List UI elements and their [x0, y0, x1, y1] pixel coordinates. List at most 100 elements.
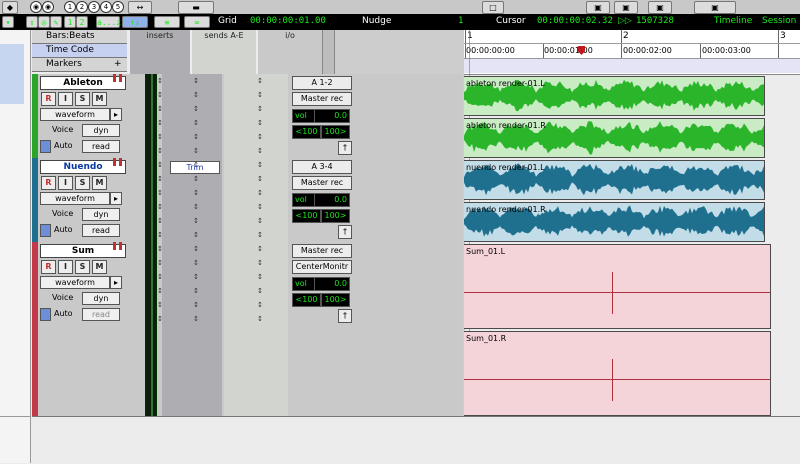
pan-right-value[interactable]: 100>	[321, 293, 350, 307]
memory-4-button[interactable]: 4	[100, 1, 112, 13]
solo-button[interactable]: S	[75, 92, 90, 106]
tool-a-icon[interactable]: ◉	[30, 1, 42, 13]
audio-region[interactable]: nuendo render-01.R	[464, 202, 765, 242]
mute-button[interactable]: M	[92, 92, 107, 106]
sends-arrows[interactable]: ↕ ↕ ↕ ↕ ↕ ↕	[192, 158, 200, 242]
track-view-selector[interactable]: waveform	[40, 276, 110, 289]
view-arrow-icon[interactable]: ▸	[110, 108, 122, 121]
voice-selector[interactable]: dyn	[82, 208, 120, 221]
audio-region[interactable]: Sum_01.R	[464, 331, 771, 416]
automation-mode-selector[interactable]: read	[82, 224, 120, 237]
io-column[interactable]: A 1-2 Master rec vol 0.0 <100 100> †	[290, 74, 354, 158]
memory-5-button[interactable]: 5	[112, 1, 124, 13]
view-arrow-icon[interactable]: ▸	[110, 192, 122, 205]
bus-selector[interactable]: Master rec	[292, 92, 352, 106]
bus-selector[interactable]: CenterMonitr	[292, 260, 352, 274]
menu-arrow-icon[interactable]: ▾	[2, 16, 14, 28]
pan-right-value[interactable]: 100>	[321, 125, 350, 139]
sort-button[interactable]: a...z	[96, 16, 121, 28]
markers-ruler-label[interactable]: Markers	[32, 58, 127, 72]
memory-3-button[interactable]: 3	[88, 1, 100, 13]
solo-button[interactable]: S	[75, 176, 90, 190]
link-button[interactable]: ∞	[184, 16, 210, 28]
timeline-label[interactable]: Timeline	[714, 16, 752, 26]
markers-ruler-track[interactable]	[464, 59, 800, 73]
io-arrows[interactable]: ↕ ↕ ↕ ↕ ↕ ↕	[256, 74, 264, 158]
transport-b-button[interactable]: ▣	[614, 1, 638, 14]
mode-1-button[interactable]: 1	[64, 16, 76, 28]
track-view-selector[interactable]: waveform	[40, 108, 110, 121]
audio-region[interactable]: ableton render-01.L	[464, 76, 765, 116]
io-arrows[interactable]: ↕ ↕ ↕ ↕ ↕ ↕	[256, 242, 264, 416]
track-ableton[interactable]: Ableton R I S Mwaveform ▸ Voice dyn Auto read ↕ ↕ ↕ ↕…	[32, 74, 463, 159]
auto-toggle-icon[interactable]	[40, 224, 51, 237]
pan-right-value[interactable]: 100>	[321, 209, 350, 223]
input-monitor-button[interactable]: I	[58, 260, 73, 274]
solo-button[interactable]: S	[75, 260, 90, 274]
add-marker-button[interactable]: +	[114, 59, 122, 69]
auto-toggle-icon[interactable]	[40, 308, 51, 321]
record-enable-button[interactable]: R	[41, 176, 56, 190]
nudge-value[interactable]: 1	[458, 16, 463, 26]
output-selector[interactable]: Master rec	[292, 244, 352, 258]
session-label[interactable]: Session	[762, 16, 796, 26]
bars-beats-ruler-label[interactable]: Bars:Beats	[32, 30, 127, 44]
track-nuendo[interactable]: Nuendo R I S Mwaveform ▸ Voice dyn Auto read ↕ ↕ ↕ ↕ ↕…	[32, 158, 463, 243]
tool-b-icon[interactable]: ◉	[42, 1, 54, 13]
audio-region[interactable]: Sum_01.L	[464, 244, 771, 329]
track-view-selector[interactable]: waveform	[40, 192, 110, 205]
mute-button[interactable]: M	[92, 260, 107, 274]
record-enable-button[interactable]: R	[41, 92, 56, 106]
output-selector[interactable]: A 3-4	[292, 160, 352, 174]
io-column[interactable]: A 3-4 Master rec vol 0.0 <100 100> †	[290, 158, 354, 242]
memory-2-button[interactable]: 2	[76, 1, 88, 13]
auto-toggle-icon[interactable]	[40, 140, 51, 153]
time-code-ruler-label[interactable]: Time Code	[32, 44, 127, 58]
pointer-icon[interactable]: ↕	[26, 16, 38, 28]
samples-icon: ▷▷	[618, 16, 632, 26]
automation-mode-selector[interactable]: read	[82, 308, 120, 321]
grid-mode-button[interactable]: ↑↓	[122, 16, 148, 28]
pan-link-icon[interactable]: †	[338, 141, 352, 155]
pan-link-icon[interactable]: †	[338, 309, 352, 323]
zoom-horizontal-button[interactable]: ↔	[128, 1, 152, 14]
track-sum[interactable]: Sum R I S Mwaveform ▸ Voice dyn Auto read ↕ ↕ ↕ ↕ ↕ ↕ ↕ ↕…	[32, 242, 463, 417]
bus-selector[interactable]: Master rec	[292, 176, 352, 190]
pan-left-value[interactable]: <100	[292, 125, 321, 139]
pan-left-value[interactable]: <100	[292, 293, 321, 307]
view-arrow-icon[interactable]: ▸	[110, 276, 122, 289]
audio-region[interactable]: nuendo render-01.L	[464, 160, 765, 200]
pencil-tool-icon[interactable]: ✎	[50, 16, 62, 28]
output-selector[interactable]: A 1-2	[292, 76, 352, 90]
automation-mode-selector[interactable]: read	[82, 140, 120, 153]
inserts-header: inserts	[130, 30, 190, 43]
timeline-ruler[interactable]: 1 2 3 00:00:00:00 00:00:01:00 00:00:02:0…	[464, 30, 800, 75]
memory-1-button[interactable]: 1	[64, 1, 76, 13]
input-monitor-button[interactable]: I	[58, 92, 73, 106]
io-arrows[interactable]: ↕ ↕ ↕ ↕ ↕ ↕	[256, 158, 264, 242]
transport-a-button[interactable]: ▣	[586, 1, 610, 14]
mode-2-button[interactable]: 2	[76, 16, 88, 28]
shuffle-mode-button[interactable]: ≡	[154, 16, 180, 28]
transport-c-button[interactable]: ▣	[648, 1, 672, 14]
record-enable-button[interactable]: R	[41, 260, 56, 274]
volume-value[interactable]: 0.0	[314, 277, 350, 291]
grid-value[interactable]: 00:00:00:01.00	[250, 16, 326, 26]
edit-mode-button[interactable]: ◆	[2, 1, 18, 14]
sends-arrows[interactable]: ↕ ↕ ↕ ↕ ↕ ↕	[192, 74, 200, 158]
mute-button[interactable]: M	[92, 176, 107, 190]
smart-tool-icon[interactable]: ◎	[38, 16, 50, 28]
voice-selector[interactable]: dyn	[82, 124, 120, 137]
input-monitor-button[interactable]: I	[58, 176, 73, 190]
scroll-button[interactable]: ▬	[178, 1, 214, 14]
audio-region[interactable]: ableton render-01.R	[464, 118, 765, 158]
voice-selector[interactable]: dyn	[82, 292, 120, 305]
pan-left-value[interactable]: <100	[292, 209, 321, 223]
clip-indicator	[119, 158, 122, 166]
volume-value[interactable]: 0.0	[314, 109, 350, 123]
io-column[interactable]: Master rec CenterMonitr vol 0.0 <100 100> †	[290, 242, 354, 416]
pan-link-icon[interactable]: †	[338, 225, 352, 239]
sends-arrows[interactable]: ↕ ↕ ↕ ↕ ↕ ↕	[192, 242, 200, 416]
transport-d-button[interactable]: ▣	[694, 1, 736, 14]
volume-value[interactable]: 0.0	[314, 193, 350, 207]
